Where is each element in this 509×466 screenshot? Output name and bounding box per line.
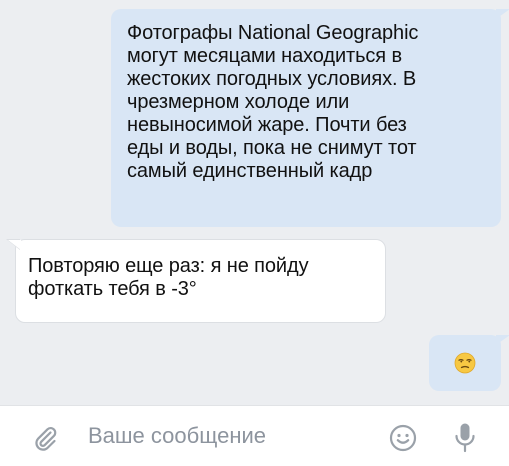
- paperclip-icon[interactable]: [30, 423, 60, 453]
- message-text: Повторяю еще раз: я не пойду фоткать теб…: [28, 255, 309, 300]
- message-history: Фотографы National Geographic могут меся…: [0, 0, 509, 405]
- outgoing-message-bubble[interactable]: Фотографы National Geographic могут меся…: [111, 9, 509, 227]
- incoming-message-bubble[interactable]: Повторяю еще раз: я не пойду фоткать теб…: [6, 239, 386, 323]
- unamused-face-emoji: [454, 352, 476, 374]
- message-composer: [0, 405, 509, 466]
- smiley-icon[interactable]: [389, 424, 417, 452]
- microphone-icon[interactable]: [453, 422, 477, 454]
- message-text: Фотографы National Geographic могут меся…: [127, 22, 419, 182]
- outgoing-emoji-message-bubble[interactable]: [429, 335, 509, 391]
- message-input[interactable]: [88, 418, 368, 454]
